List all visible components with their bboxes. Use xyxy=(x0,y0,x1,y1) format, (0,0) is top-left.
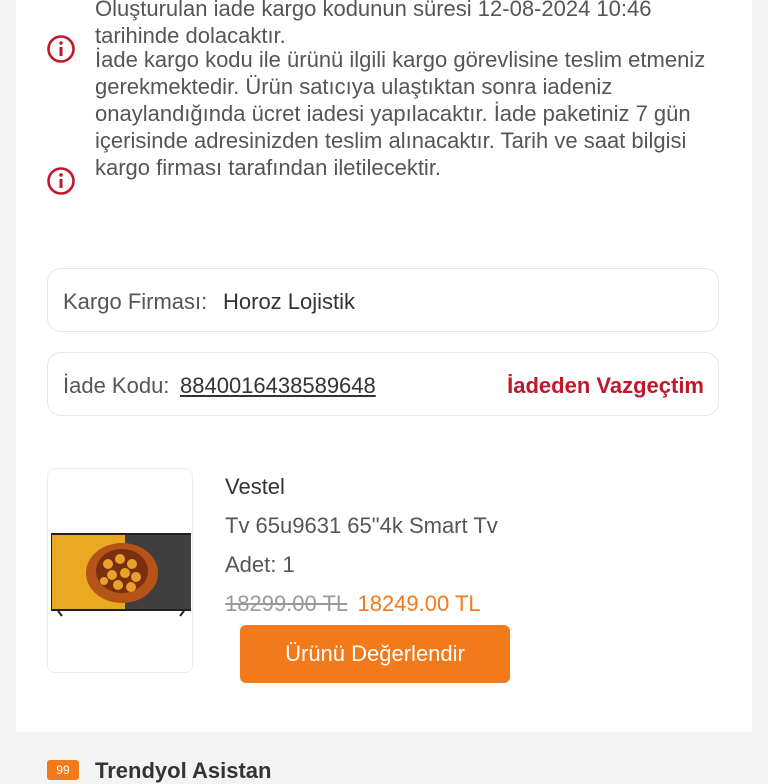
expiry-notice-text: Oluşturulan iade kargo kodunun süresi 12… xyxy=(95,0,652,48)
product-name[interactable]: Tv 65u9631 65"4k Smart Tv xyxy=(225,513,498,539)
product-quantity: Adet: 1 xyxy=(225,552,295,577)
return-instructions-text: İade kargo kodu ile ürünü ilgili kargo g… xyxy=(95,46,706,180)
info-icon xyxy=(47,35,75,63)
review-product-button[interactable]: Ürünü Değerlendir xyxy=(240,625,510,683)
cargo-company-box: Kargo Firması: Horoz Lojistik xyxy=(47,268,719,332)
assistant-badge: 99 xyxy=(47,760,79,780)
return-code-value[interactable]: 8840016438589648 xyxy=(180,373,376,399)
product-price-row: 18299.00 TL 18249.00 TL xyxy=(225,591,481,617)
product-image[interactable] xyxy=(47,468,193,673)
cancel-return-link[interactable]: İadeden Vazgeçtim xyxy=(507,373,704,399)
tv-image xyxy=(51,533,191,617)
old-price: 18299.00 TL xyxy=(225,591,348,616)
cargo-company-value: Horoz Lojistik xyxy=(223,289,356,314)
info-icon xyxy=(47,167,75,195)
assistant-title: Trendyol Asistan xyxy=(95,758,272,783)
current-price: 18249.00 TL xyxy=(357,591,481,616)
cargo-company-label: Kargo Firması: xyxy=(63,289,208,314)
return-code-box: İade Kodu: 8840016438589648 İadeden Vazg… xyxy=(47,352,719,416)
product-brand: Vestel xyxy=(225,474,285,499)
return-code-label: İade Kodu: xyxy=(63,373,170,398)
